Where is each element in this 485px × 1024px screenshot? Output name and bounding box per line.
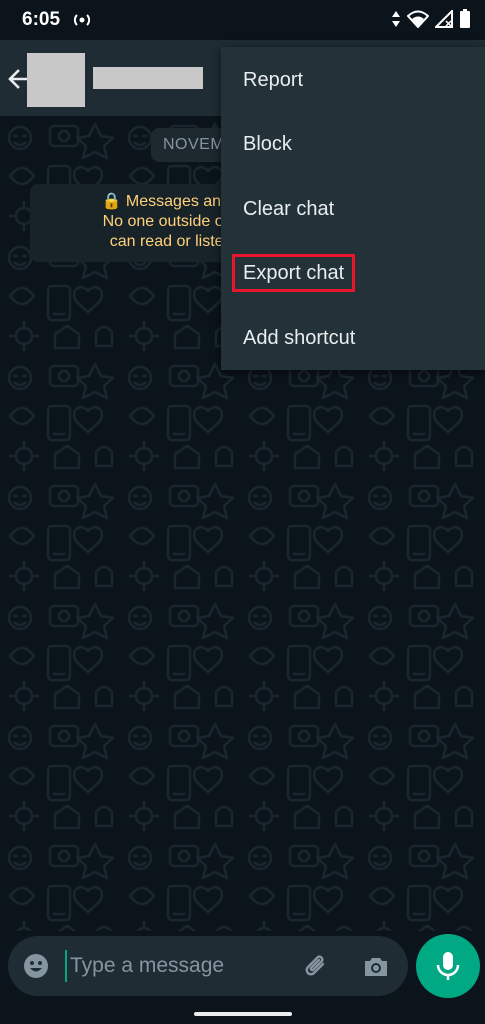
menu-item-label: Report <box>243 69 304 91</box>
status-time: 6:05 <box>22 9 61 30</box>
message-input[interactable] <box>70 948 290 984</box>
microphone-icon <box>436 952 460 980</box>
camera-icon[interactable] <box>362 952 390 980</box>
emoji-icon[interactable] <box>22 952 50 980</box>
battery-icon <box>460 9 470 28</box>
chat-screen: 6:05 NOVEM 🔒 Messages and call No one ou… <box>0 0 485 1024</box>
contact-name[interactable] <box>93 67 203 89</box>
menu-item-clear-chat[interactable]: Clear chat <box>221 177 485 241</box>
status-icons <box>391 9 471 29</box>
navigation-bar <box>0 1004 485 1024</box>
text-cursor <box>65 950 67 982</box>
menu-item-label: Clear chat <box>243 198 335 220</box>
avatar[interactable] <box>27 53 85 107</box>
message-compose-bar <box>8 936 408 996</box>
menu-item-label: Block <box>243 133 292 155</box>
paperclip-icon[interactable] <box>303 952 331 980</box>
signal-icon <box>435 10 453 28</box>
menu-item-add-shortcut[interactable]: Add shortcut <box>221 306 485 370</box>
wifi-icon <box>407 10 429 28</box>
voice-message-button[interactable] <box>416 934 480 998</box>
menu-item-report[interactable]: Report <box>221 48 485 112</box>
cast-icon <box>73 14 91 26</box>
overflow-menu: Report Block Clear chat Export chat Add … <box>221 47 485 370</box>
status-bar: 6:05 <box>0 0 485 40</box>
menu-item-label: Add shortcut <box>243 327 356 349</box>
home-gesture-handle[interactable] <box>194 1012 292 1016</box>
menu-item-block[interactable]: Block <box>221 112 485 176</box>
menu-item-export-chat[interactable]: Export chat <box>221 242 485 306</box>
menu-item-label: Export chat <box>232 254 356 292</box>
data-arrows-icon <box>392 11 400 27</box>
